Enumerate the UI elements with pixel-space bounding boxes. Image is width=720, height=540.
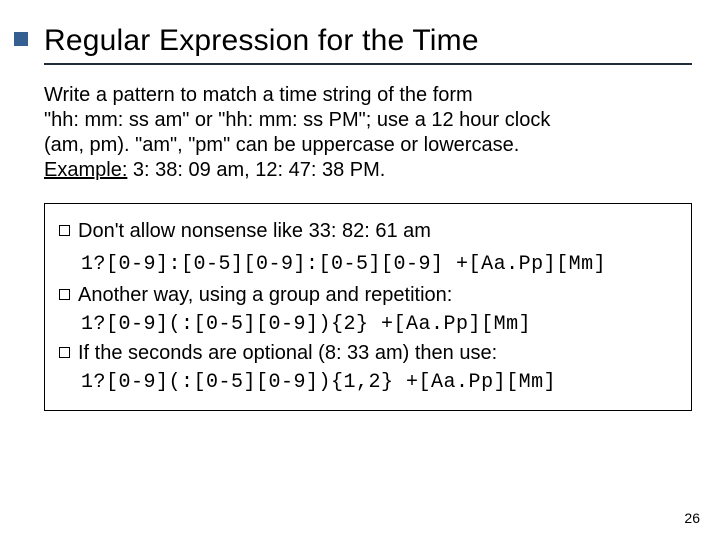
- title-underline: [44, 63, 692, 65]
- bullet-square-icon: [59, 289, 70, 300]
- title-block: Regular Expression for the Time: [44, 24, 692, 65]
- example-text: 3: 38: 09 am, 12: 47: 38 PM.: [127, 159, 385, 181]
- code-line-1: 1?[0-9]:[0-5][0-9]:[0-5][0-9] +[Aa.Pp][M…: [81, 252, 677, 278]
- intro-line-3: (am, pm). "am", "pm" can be uppercase or…: [44, 133, 692, 158]
- example-label: Example:: [44, 159, 127, 181]
- bullet-square-icon: [59, 225, 70, 236]
- slide-title: Regular Expression for the Time: [44, 24, 692, 57]
- bullet-3-text: If the seconds are optional (8: 33 am) t…: [78, 340, 677, 366]
- intro-line-2: "hh: mm: ss am" or "hh: mm: ss PM"; use …: [44, 108, 692, 133]
- intro-text: Write a pattern to match a time string o…: [44, 83, 692, 183]
- code-line-2: 1?[0-9](:[0-5][0-9]){2} +[Aa.Pp][Mm]: [81, 312, 677, 338]
- bullet-1: Don't allow nonsense like 33: 82: 61 am: [59, 218, 677, 244]
- content-box: Don't allow nonsense like 33: 82: 61 am …: [44, 203, 692, 411]
- intro-line-1: Write a pattern to match a time string o…: [44, 83, 692, 108]
- bullet-3: If the seconds are optional (8: 33 am) t…: [59, 340, 677, 366]
- bullet-square-icon: [59, 347, 70, 358]
- code-line-3: 1?[0-9](:[0-5][0-9]){1,2} +[Aa.Pp][Mm]: [81, 370, 677, 396]
- bullet-2: Another way, using a group and repetitio…: [59, 282, 677, 308]
- slide: Regular Expression for the Time Write a …: [0, 0, 720, 540]
- bullet-1-text: Don't allow nonsense like 33: 82: 61 am: [78, 218, 677, 244]
- page-number: 26: [684, 510, 700, 526]
- intro-example: Example: 3: 38: 09 am, 12: 47: 38 PM.: [44, 158, 692, 183]
- accent-square-icon: [14, 32, 28, 46]
- bullet-2-text: Another way, using a group and repetitio…: [78, 282, 677, 308]
